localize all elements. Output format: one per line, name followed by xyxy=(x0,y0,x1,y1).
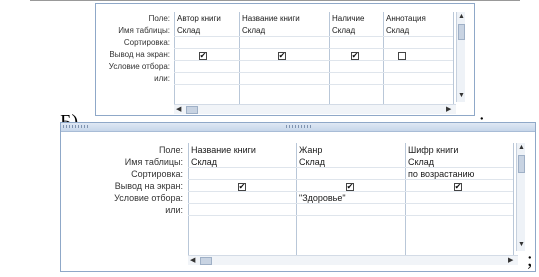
field-cell[interactable]: Наличие xyxy=(332,14,382,23)
grip-icon xyxy=(63,125,89,128)
grid-b: Поле: Имя таблицы: Сортировка: Вывод на … xyxy=(96,4,474,115)
check-mark-icon: ✔ xyxy=(238,182,246,191)
scroll-down-icon[interactable]: ▼ xyxy=(458,92,465,99)
table-cell[interactable]: Склад xyxy=(299,157,403,167)
show-checkbox[interactable] xyxy=(398,52,406,60)
column-divider xyxy=(239,12,240,104)
scroll-right-icon[interactable]: ▶ xyxy=(508,257,513,264)
sort-cell[interactable]: по возрастанию xyxy=(408,169,512,179)
field-cell[interactable]: Жанр xyxy=(299,145,403,155)
horizontal-scrollbar[interactable]: ◀ ▶ xyxy=(188,255,518,265)
row-divider xyxy=(188,191,513,192)
panel-header-strip xyxy=(61,123,535,132)
grip-icon xyxy=(286,125,312,128)
field-cell[interactable]: Аннотация xyxy=(386,14,452,23)
scroll-up-icon[interactable]: ▲ xyxy=(458,13,465,20)
row-label-show: Вывод на экран: xyxy=(114,181,183,191)
scroll-right-icon[interactable]: ▶ xyxy=(446,106,451,113)
table-cell[interactable]: Склад xyxy=(386,26,452,35)
table-cell[interactable]: Склад xyxy=(332,26,382,35)
check-mark-icon: ✔ xyxy=(278,51,286,60)
scroll-left-icon[interactable]: ◀ xyxy=(190,257,195,264)
row-label-sort: Сортировка: xyxy=(123,38,170,47)
column-divider xyxy=(383,12,384,104)
column-divider xyxy=(405,143,406,255)
row-label-criteria: Условие отбора: xyxy=(114,193,183,203)
column-divider xyxy=(329,12,330,104)
row-divider xyxy=(174,36,453,37)
vertical-scrollbar[interactable]: ▲ ▼ xyxy=(516,143,525,251)
show-checkbox[interactable]: ✔ xyxy=(351,52,359,60)
row-label-criteria: Условие отбора: xyxy=(108,62,170,71)
show-checkbox[interactable]: ✔ xyxy=(278,52,286,60)
row-label-or: или: xyxy=(165,205,183,215)
row-divider xyxy=(174,60,453,61)
query-design-grid-b: Поле: Имя таблицы: Сортировка: Вывод на … xyxy=(95,3,475,116)
scroll-up-icon[interactable]: ▲ xyxy=(518,144,525,151)
show-checkbox[interactable]: ✔ xyxy=(454,183,462,191)
row-label-field: Поле: xyxy=(148,14,170,23)
row-divider xyxy=(188,203,513,204)
table-cell[interactable]: Склад xyxy=(242,26,328,35)
row-divider xyxy=(174,48,453,49)
check-mark-icon: ✔ xyxy=(199,51,207,60)
row-label-show: Вывод на экран: xyxy=(109,50,170,59)
row-divider xyxy=(188,215,513,216)
option-suffix: ; xyxy=(527,249,533,271)
row-divider xyxy=(174,84,453,85)
scroll-thumb[interactable] xyxy=(518,155,525,173)
field-cell[interactable]: Автор книги xyxy=(177,14,237,23)
row-label-sort: Сортировка: xyxy=(131,169,183,179)
table-cell[interactable]: Склад xyxy=(408,157,512,167)
show-checkbox[interactable]: ✔ xyxy=(238,183,246,191)
top-divider xyxy=(30,0,520,1)
check-mark-icon: ✔ xyxy=(346,182,354,191)
row-label-table: Имя таблицы: xyxy=(124,157,183,167)
row-label-or: или: xyxy=(154,74,170,83)
scroll-thumb[interactable] xyxy=(200,257,212,265)
field-cell[interactable]: Шифр книги xyxy=(408,145,512,155)
show-checkbox[interactable]: ✔ xyxy=(199,52,207,60)
row-divider xyxy=(188,179,513,180)
column-divider xyxy=(188,143,189,255)
check-mark-icon: ✔ xyxy=(454,182,462,191)
column-divider xyxy=(453,12,454,104)
scroll-left-icon[interactable]: ◀ xyxy=(176,106,181,113)
field-cell[interactable]: Название книги xyxy=(242,14,328,23)
row-label-table: Имя таблицы: xyxy=(118,26,170,35)
column-divider xyxy=(174,12,175,104)
grid-v: Поле: Имя таблицы: Сортировка: Вывод на … xyxy=(61,133,535,271)
scroll-thumb[interactable] xyxy=(186,106,198,114)
row-label-field: Поле: xyxy=(158,145,183,155)
scroll-down-icon[interactable]: ▼ xyxy=(518,241,525,248)
vertical-scrollbar[interactable]: ▲ ▼ xyxy=(456,12,465,102)
column-divider xyxy=(513,143,514,255)
check-mark-icon: ✔ xyxy=(351,51,359,60)
table-cell[interactable]: Склад xyxy=(191,157,295,167)
field-cell[interactable]: Название книги xyxy=(191,145,295,155)
column-divider xyxy=(296,143,297,255)
criteria-cell[interactable]: "Здоровье" xyxy=(299,193,403,203)
row-divider xyxy=(188,167,513,168)
scroll-thumb[interactable] xyxy=(458,24,465,40)
table-cell[interactable]: Склад xyxy=(177,26,237,35)
query-design-grid-v: Поле: Имя таблицы: Сортировка: Вывод на … xyxy=(60,122,536,272)
show-checkbox[interactable]: ✔ xyxy=(346,183,354,191)
horizontal-scrollbar[interactable]: ◀ ▶ xyxy=(174,104,456,114)
row-divider xyxy=(174,72,453,73)
